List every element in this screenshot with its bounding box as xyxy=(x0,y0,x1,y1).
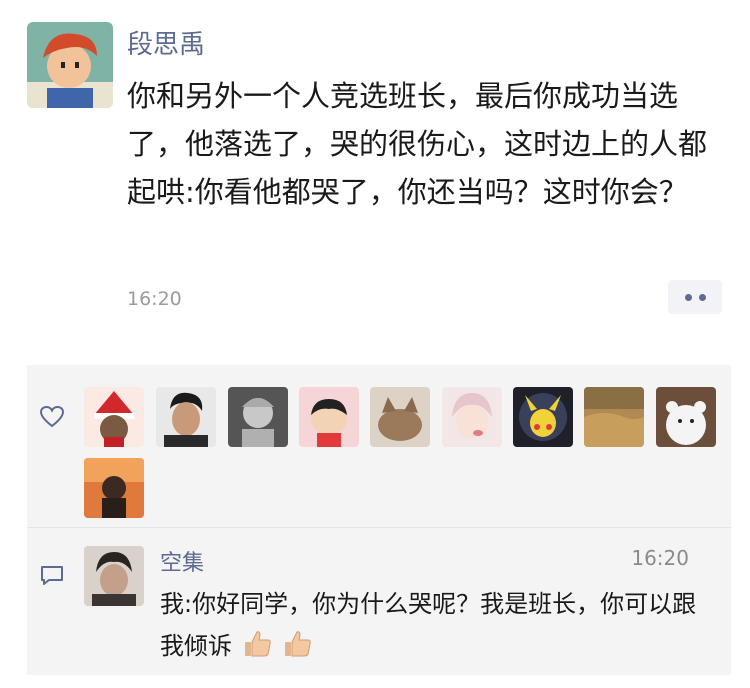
like-avatar-anime-girl[interactable] xyxy=(442,387,502,447)
commenter-avatar-icon xyxy=(84,546,144,606)
like-avatar-sunset[interactable] xyxy=(84,458,144,518)
pikachu-avatar-icon xyxy=(513,387,573,447)
heart-outline-icon xyxy=(39,405,65,428)
landscape-avatar-icon xyxy=(584,387,644,447)
dot-icon xyxy=(698,293,706,301)
post-timestamp: 16:20 xyxy=(127,288,182,310)
like-avatar-landscape[interactable] xyxy=(584,387,644,447)
statue-avatar-icon xyxy=(228,387,288,447)
divider xyxy=(27,527,731,528)
comment-content: 我:你好同学，你为什么哭呢？我是班长，你可以跟我倾诉 xyxy=(160,583,705,667)
anime-girl-avatar-icon xyxy=(442,387,502,447)
comment-icon xyxy=(41,566,63,585)
man-portrait-avatar-icon xyxy=(156,387,216,447)
like-avatar-shinchan[interactable] xyxy=(299,387,359,447)
polar-bear-avatar-icon xyxy=(656,387,716,447)
post-author-name[interactable]: 段思禹 xyxy=(127,24,205,61)
more-options-button[interactable] xyxy=(668,280,722,314)
cat-avatar-icon xyxy=(370,387,430,447)
dot-icon xyxy=(684,293,692,301)
thumbs-up-emoji-icon xyxy=(285,631,312,657)
likes-comments-panel: 空集 16:20 我:你好同学，你为什么哭呢？我是班长，你可以跟我倾诉 xyxy=(27,365,731,675)
santa-avatar-icon xyxy=(84,387,144,447)
author-avatar[interactable] xyxy=(27,22,113,108)
like-avatar-polar-bear[interactable] xyxy=(656,387,716,447)
post-content: 你和另外一个人竞选班长，最后你成功当选了，他落选了，哭的很伤心，这时边上的人都起… xyxy=(127,79,708,209)
comment-author-name[interactable]: 空集 xyxy=(160,545,204,577)
crayon-shin-chan-avatar-icon xyxy=(299,387,359,447)
like-avatar-man[interactable] xyxy=(156,387,216,447)
like-avatar-cat[interactable] xyxy=(370,387,430,447)
thumbs-up-emoji-icon xyxy=(244,631,271,657)
like-avatar-pikachu[interactable] xyxy=(513,387,573,447)
commenter-avatar[interactable] xyxy=(84,546,144,606)
sunset-figure-avatar-icon xyxy=(84,458,144,518)
like-avatar-santa[interactable] xyxy=(84,387,144,447)
comment-timestamp: 16:20 xyxy=(631,546,689,570)
comment-text: 我:你好同学，你为什么哭呢？我是班长，你可以跟我倾诉 xyxy=(160,590,697,660)
like-avatar-statue[interactable] xyxy=(228,387,288,447)
cartoon-boy-avatar-icon xyxy=(27,22,113,108)
